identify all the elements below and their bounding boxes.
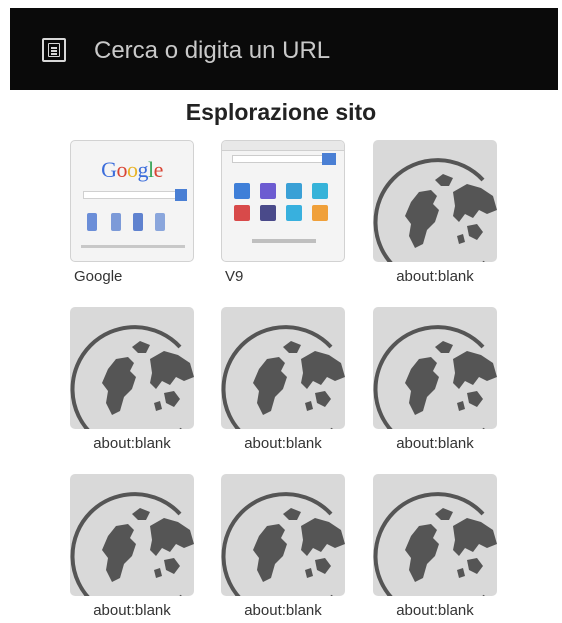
tile-label: about:blank — [93, 602, 171, 619]
tile-label: about:blank — [93, 435, 171, 452]
tile-label: about:blank — [244, 435, 322, 452]
speed-dial-tile-about-blank[interactable]: about:blank — [373, 307, 497, 452]
speed-dial-tile-about-blank[interactable]: about:blank — [70, 307, 194, 452]
globe-icon — [70, 474, 194, 596]
speed-dial-tile-google[interactable]: Google Google — [70, 140, 194, 285]
speed-dial-tile-about-blank[interactable]: about:blank — [70, 474, 194, 619]
tile-label: about:blank — [244, 602, 322, 619]
globe-icon — [221, 474, 345, 596]
speed-dial-tile-about-blank[interactable]: about:blank — [373, 474, 497, 619]
section-title: Esplorazione sito — [185, 99, 377, 125]
tile-label: about:blank — [396, 268, 474, 285]
tile-label: Google — [74, 268, 123, 285]
url-bar — [10, 8, 558, 90]
page-icon[interactable] — [42, 38, 66, 62]
tile-label: about:blank — [396, 602, 474, 619]
speed-dial-tile-about-blank[interactable]: about:blank — [373, 140, 497, 285]
globe-icon — [373, 474, 497, 596]
tile-label: about:blank — [396, 435, 474, 452]
speed-dial-tile-about-blank[interactable]: about:blank — [221, 307, 345, 452]
v9-preview — [221, 140, 345, 262]
google-preview: Google — [70, 140, 194, 262]
speed-dial-page: Esplorazione sito Google Google — [0, 0, 562, 623]
speed-dial-tile-v9[interactable]: V9 — [221, 140, 345, 285]
tile-label: V9 — [225, 268, 244, 285]
globe-icon — [221, 307, 345, 429]
speed-dial-tile-about-blank[interactable]: about:blank — [221, 474, 345, 619]
globe-icon — [70, 307, 194, 429]
globe-icon — [373, 140, 497, 262]
url-input[interactable] — [94, 34, 534, 68]
globe-icon — [373, 307, 497, 429]
